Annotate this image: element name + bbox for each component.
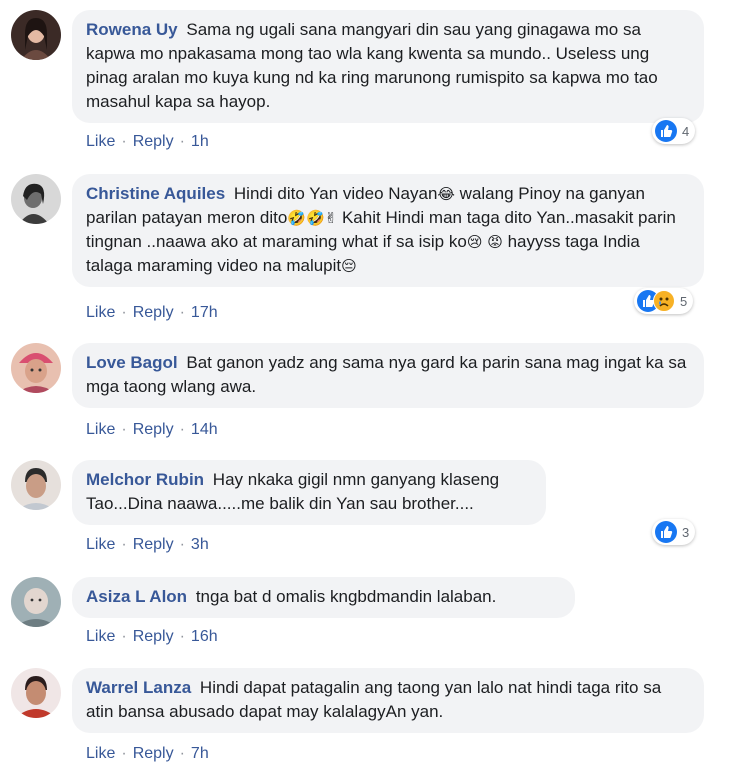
commenter-name[interactable]: Warrel Lanza	[86, 678, 191, 697]
sad-reaction-icon	[653, 290, 675, 312]
angry-emoji-icon: 😡	[487, 233, 503, 251]
timestamp[interactable]: 14h	[191, 421, 218, 438]
separator: ·	[179, 745, 185, 762]
like-link[interactable]: Like	[86, 745, 115, 762]
like-link[interactable]: Like	[86, 421, 115, 438]
reply-link[interactable]: Reply	[133, 536, 174, 553]
comment-actions: Like · Reply · 16h	[86, 627, 218, 647]
comment-bubble: Warrel Lanza Hindi dapat patagalin ang t…	[72, 668, 704, 733]
separator: ·	[179, 628, 185, 645]
commenter-name[interactable]: Melchor Rubin	[86, 470, 204, 489]
rofl-emoji-icon: 🤣	[287, 209, 306, 227]
commenter-name[interactable]: Rowena Uy	[86, 20, 178, 39]
reply-link[interactable]: Reply	[133, 133, 174, 150]
rofl-emoji-icon: 🤣	[305, 209, 325, 227]
avatar[interactable]	[11, 10, 61, 60]
avatar[interactable]	[11, 460, 61, 510]
reply-link[interactable]: Reply	[133, 745, 174, 762]
separator: ·	[179, 133, 185, 150]
commenter-name[interactable]: Love Bagol	[86, 353, 178, 372]
pensive-emoji-icon: 😔	[341, 257, 357, 275]
separator: ·	[121, 745, 127, 762]
avatar[interactable]	[11, 343, 61, 393]
timestamp[interactable]: 3h	[191, 536, 209, 553]
separator: ·	[179, 304, 185, 321]
comment-text: tnga bat d omalis kngbdmandin lalaban.	[195, 587, 497, 606]
separator: ·	[121, 628, 127, 645]
victory-emoji-icon: ✌	[324, 209, 338, 227]
crying-emoji-icon: 😢	[466, 233, 483, 251]
commenter-name[interactable]: Asiza L Alon	[86, 587, 187, 606]
comment-text: Hindi dito Yan video Nayan	[233, 184, 438, 203]
comment-bubble: Rowena Uy Sama ng ugali sana mangyari di…	[72, 10, 704, 123]
like-reaction-icon	[655, 120, 677, 142]
comment-bubble: Christine Aquiles Hindi dito Yan video N…	[72, 174, 704, 287]
comment-bubble: Love Bagol Bat ganon yadz ang sama nya g…	[72, 343, 704, 408]
like-link[interactable]: Like	[86, 536, 115, 553]
avatar[interactable]	[11, 577, 61, 627]
separator: ·	[179, 536, 185, 553]
separator: ·	[121, 133, 127, 150]
reaction-summary[interactable]: 4	[652, 118, 696, 144]
timestamp[interactable]: 17h	[191, 304, 218, 321]
reply-link[interactable]: Reply	[133, 421, 174, 438]
timestamp[interactable]: 16h	[191, 628, 218, 645]
like-link[interactable]: Like	[86, 628, 115, 645]
comment-actions: Like · Reply · 1h	[86, 132, 209, 152]
separator: ·	[121, 421, 127, 438]
avatar[interactable]	[11, 668, 61, 718]
separator: ·	[179, 421, 185, 438]
commenter-name[interactable]: Christine Aquiles	[86, 184, 225, 203]
timestamp[interactable]: 1h	[191, 133, 209, 150]
reply-link[interactable]: Reply	[133, 628, 174, 645]
comment-actions: Like · Reply · 3h	[86, 535, 209, 555]
comment-bubble: Asiza L Alon tnga bat d omalis kngbdmand…	[72, 577, 575, 618]
reaction-summary[interactable]: 3	[652, 519, 696, 545]
separator: ·	[121, 304, 127, 321]
comment-actions: Like · Reply · 7h	[86, 744, 209, 764]
separator: ·	[121, 536, 127, 553]
reaction-count: 3	[682, 524, 690, 540]
reply-link[interactable]: Reply	[133, 304, 174, 321]
comment-actions: Like · Reply · 14h	[86, 420, 218, 440]
timestamp[interactable]: 7h	[191, 745, 209, 762]
like-link[interactable]: Like	[86, 133, 115, 150]
like-reaction-icon	[655, 521, 677, 543]
like-link[interactable]: Like	[86, 304, 115, 321]
laugh-cry-emoji-icon: 😂	[437, 185, 455, 203]
reaction-count: 5	[680, 293, 688, 309]
reaction-summary[interactable]: 5	[634, 288, 694, 314]
comment-bubble: Melchor Rubin Hay nkaka gigil nmn ganyan…	[72, 460, 546, 525]
reaction-count: 4	[682, 123, 690, 139]
comment-actions: Like · Reply · 17h	[86, 303, 218, 323]
avatar[interactable]	[11, 174, 61, 224]
